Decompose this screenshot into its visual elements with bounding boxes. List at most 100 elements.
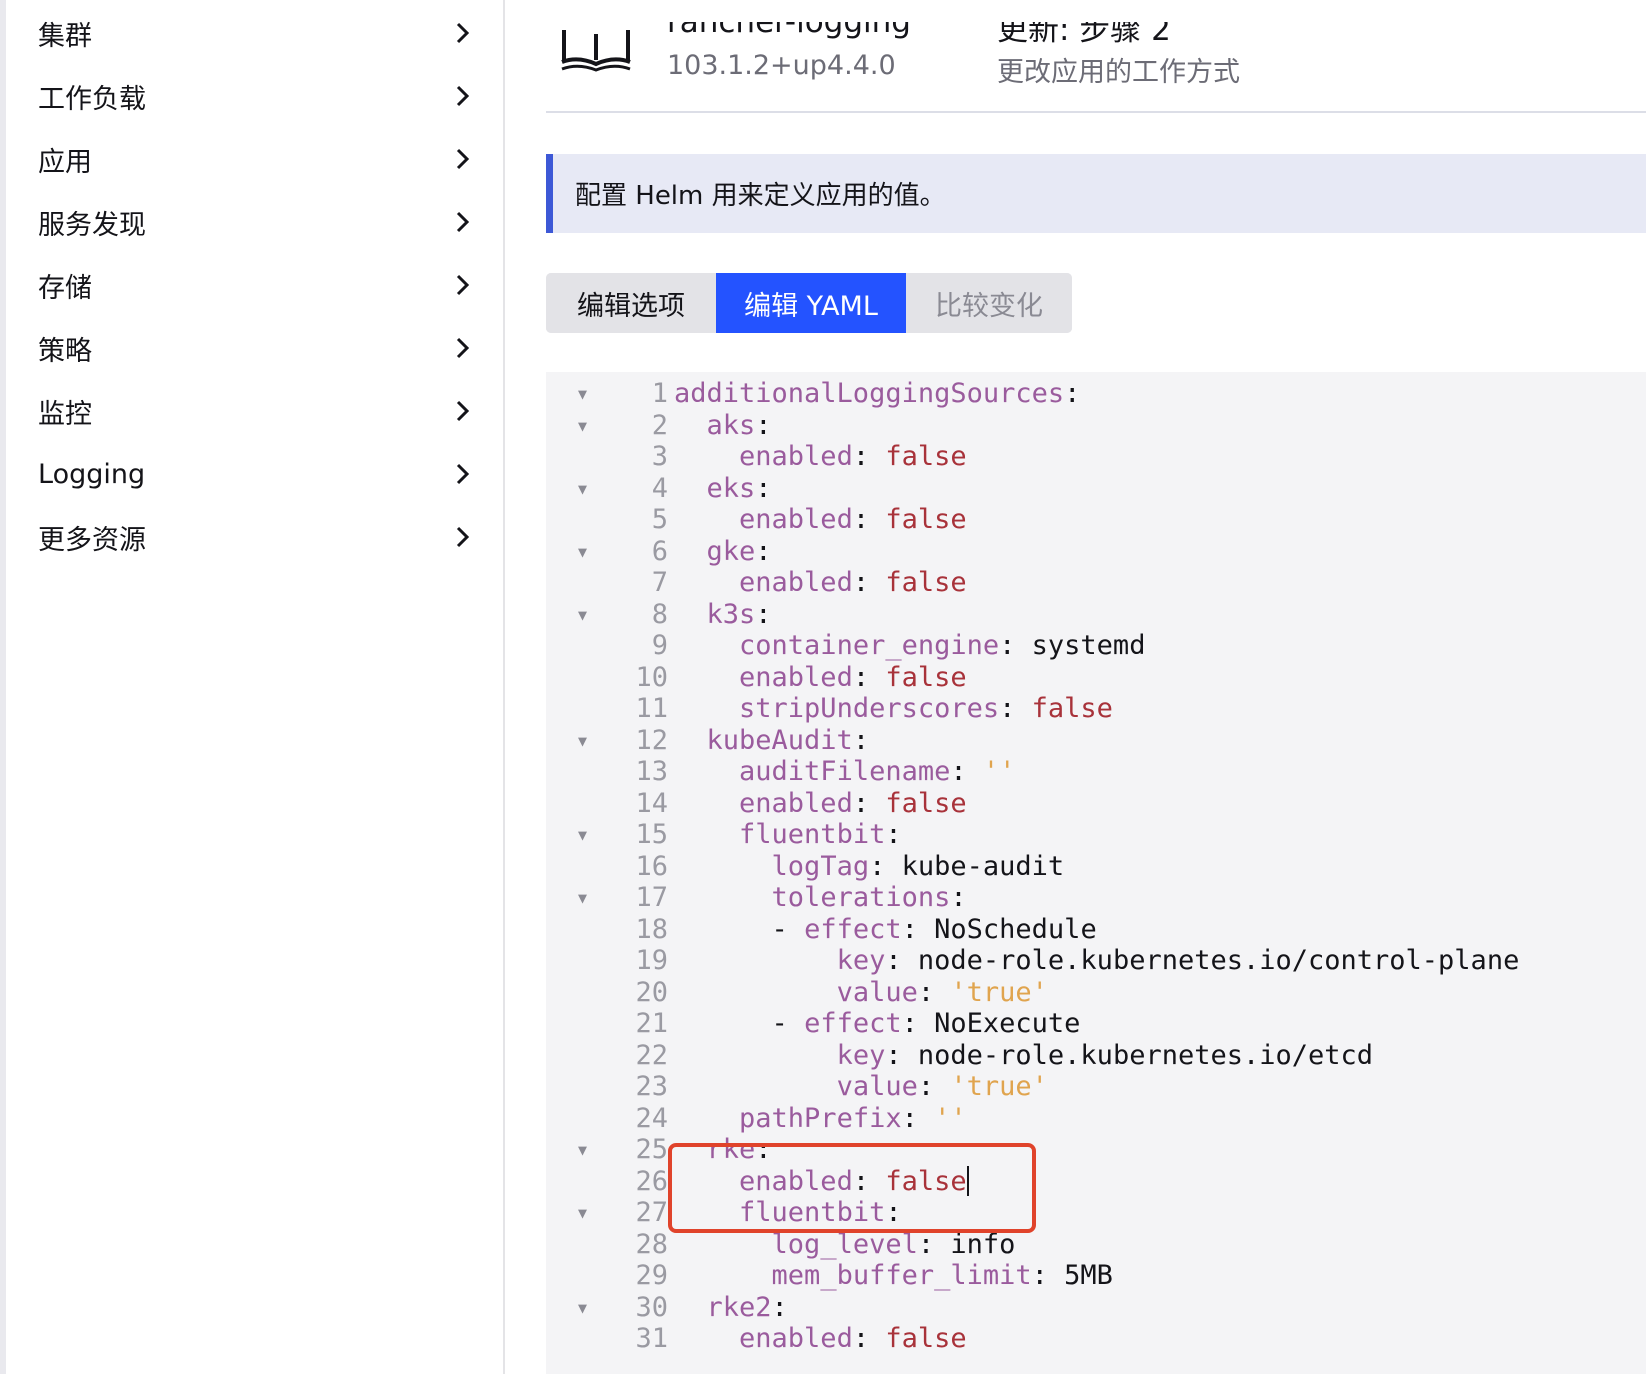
sidebar-item-policy[interactable]: 策略 <box>38 315 478 381</box>
code-line[interactable]: 22 key: node-role.kubernetes.io/etcd <box>546 1040 1646 1072</box>
chevron-right-icon <box>448 333 478 363</box>
yaml-key: enabled <box>739 504 853 535</box>
code-line[interactable]: ▼ 4 eks: <box>546 473 1646 505</box>
fold-toggle-icon[interactable]: ▼ <box>578 536 598 568</box>
sidebar-item-more-resources[interactable]: 更多资源 <box>38 504 478 570</box>
line-number: 14 <box>635 787 668 819</box>
code-text: rke2: <box>706 1291 788 1323</box>
sidebar-item-label: Logging <box>38 458 146 490</box>
code-line[interactable]: ▼ 25 rke: <box>546 1134 1646 1166</box>
code-text: stripUnderscores: false <box>739 693 1113 724</box>
code-line[interactable]: 10 enabled: false <box>546 662 1646 694</box>
chevron-right-icon <box>448 270 478 300</box>
chevron-right-icon <box>448 459 478 489</box>
code-line[interactable]: 14 enabled: false <box>546 788 1646 820</box>
code-line[interactable]: 21 - effect: NoExecute <box>546 1008 1646 1040</box>
fold-toggle-icon[interactable]: ▼ <box>578 725 598 757</box>
code-text: value: 'true' <box>836 976 1048 1008</box>
chevron-right-icon <box>448 81 478 111</box>
tab-edit-yaml[interactable]: 编辑 YAML <box>716 273 906 333</box>
sidebar-item-storage[interactable]: 存储 <box>38 252 478 318</box>
code-line[interactable]: ▼ 8 k3s: <box>546 599 1646 631</box>
code-line[interactable]: 16 logTag: kube-audit <box>546 851 1646 883</box>
code-line[interactable]: 24 pathPrefix: '' <box>546 1103 1646 1135</box>
yaml-key: effect <box>804 913 902 945</box>
code-line[interactable]: ▼ 15 fluentbit: <box>546 819 1646 851</box>
tab-compare-changes[interactable]: 比较变化 <box>906 273 1072 333</box>
fold-toggle-icon[interactable]: ▼ <box>578 882 598 914</box>
yaml-editor[interactable]: ▼ 1 additionalLoggingSources: ▼ 2 aks: 3 enab… <box>546 372 1646 1374</box>
sidebar-item-monitoring[interactable]: 监控 <box>38 378 478 444</box>
fold-toggle-icon[interactable]: ▼ <box>578 1292 598 1324</box>
code-line[interactable]: 19 key: node-role.kubernetes.io/control-… <box>546 945 1646 977</box>
yaml-value: kube-audit <box>901 850 1065 882</box>
yaml-value: NoExecute <box>934 1008 1081 1039</box>
code-line[interactable]: 18 - effect: NoSchedule <box>546 914 1646 946</box>
code-line[interactable]: ▼ 17 tolerations: <box>546 882 1646 914</box>
yaml-value: 5MB <box>1064 1260 1113 1291</box>
code-line[interactable]: 5 enabled: false <box>546 504 1646 536</box>
code-text: enabled: false <box>739 441 967 472</box>
code-line[interactable]: 13 auditFilename: '' <box>546 756 1646 788</box>
fold-toggle-icon[interactable]: ▼ <box>578 410 598 442</box>
tab-edit-options[interactable]: 编辑选项 <box>546 273 716 333</box>
code-line[interactable]: 26 enabled: false <box>546 1165 1646 1198</box>
line-number: 5 <box>651 504 668 535</box>
code-line[interactable]: ▼ 6 gke: <box>546 536 1646 568</box>
code-line[interactable]: ▼ 27 fluentbit: <box>546 1197 1646 1229</box>
yaml-value: systemd <box>1031 630 1146 661</box>
fold-toggle-icon[interactable]: ▼ <box>578 473 598 505</box>
line-number: 31 <box>635 1323 668 1354</box>
code-text: value: 'true' <box>836 1071 1048 1102</box>
yaml-value: false <box>1031 693 1113 724</box>
code-line[interactable]: 31 enabled: false <box>546 1323 1646 1355</box>
sidebar-item-apps[interactable]: 应用 <box>38 126 478 192</box>
line-number: 24 <box>635 1102 668 1134</box>
yaml-key: key <box>836 1039 886 1071</box>
line-number: 15 <box>635 819 668 850</box>
fold-toggle-icon[interactable]: ▼ <box>578 1197 598 1229</box>
yaml-value: NoSchedule <box>934 913 1097 945</box>
code-line[interactable]: 20 value: 'true' <box>546 977 1646 1009</box>
yaml-key: value <box>836 1071 918 1102</box>
fold-toggle-icon[interactable]: ▼ <box>578 1134 598 1166</box>
fold-toggle-icon[interactable]: ▼ <box>578 819 598 851</box>
text-cursor <box>966 1165 969 1196</box>
code-line[interactable]: 9 container_engine: systemd <box>546 630 1646 662</box>
sidebar-item-workloads[interactable]: 工作负载 <box>38 63 478 129</box>
sidebar-item-logging[interactable]: Logging <box>38 441 478 507</box>
code-line[interactable]: ▼ 30 rke2: <box>546 1292 1646 1324</box>
code-line[interactable]: 11 stripUnderscores: false <box>546 693 1646 725</box>
line-number: 1 <box>651 378 668 409</box>
info-banner: 配置 Helm 用来定义应用的值。 <box>546 154 1646 233</box>
step-title: 更新: 步骤 2 <box>997 12 1171 48</box>
yaml-value: '' <box>982 756 1016 787</box>
code-line[interactable]: ▼ 1 additionalLoggingSources: <box>546 378 1646 410</box>
code-line[interactable]: ▼ 2 aks: <box>546 410 1646 442</box>
sidebar-item-label: 工作负载 <box>38 83 146 115</box>
code-line[interactable]: 29 mem_buffer_limit: 5MB <box>546 1260 1646 1292</box>
code-line[interactable]: 28 log_level: info <box>546 1229 1646 1261</box>
line-number: 29 <box>635 1260 668 1291</box>
yaml-key: enabled <box>739 567 853 598</box>
fold-toggle-icon[interactable]: ▼ <box>578 378 598 410</box>
code-line[interactable]: 23 value: 'true' <box>546 1071 1646 1103</box>
yaml-key: rke2 <box>706 1291 772 1323</box>
sidebar-item-label: 集群 <box>38 20 92 52</box>
sidebar-item-cluster[interactable]: 集群 <box>38 0 478 66</box>
yaml-key: aks <box>706 409 756 441</box>
code-line[interactable]: 3 enabled: false <box>546 441 1646 473</box>
line-number: 27 <box>635 1197 668 1228</box>
info-banner-text: 配置 Helm 用来定义应用的值。 <box>575 181 946 211</box>
yaml-value: false <box>885 504 967 535</box>
yaml-value: false <box>885 441 967 472</box>
code-text: enabled: false <box>739 504 967 535</box>
code-text: enabled: false <box>739 567 967 598</box>
sidebar-item-label: 应用 <box>38 146 92 178</box>
fold-toggle-icon[interactable]: ▼ <box>578 599 598 631</box>
code-line[interactable]: ▼ 12 kubeAudit: <box>546 725 1646 757</box>
step-subtitle: 更改应用的工作方式 <box>997 57 1240 88</box>
sidebar-item-service-discovery[interactable]: 服务发现 <box>38 189 478 255</box>
code-line[interactable]: 7 enabled: false <box>546 567 1646 599</box>
code-text: gke: <box>706 535 772 567</box>
